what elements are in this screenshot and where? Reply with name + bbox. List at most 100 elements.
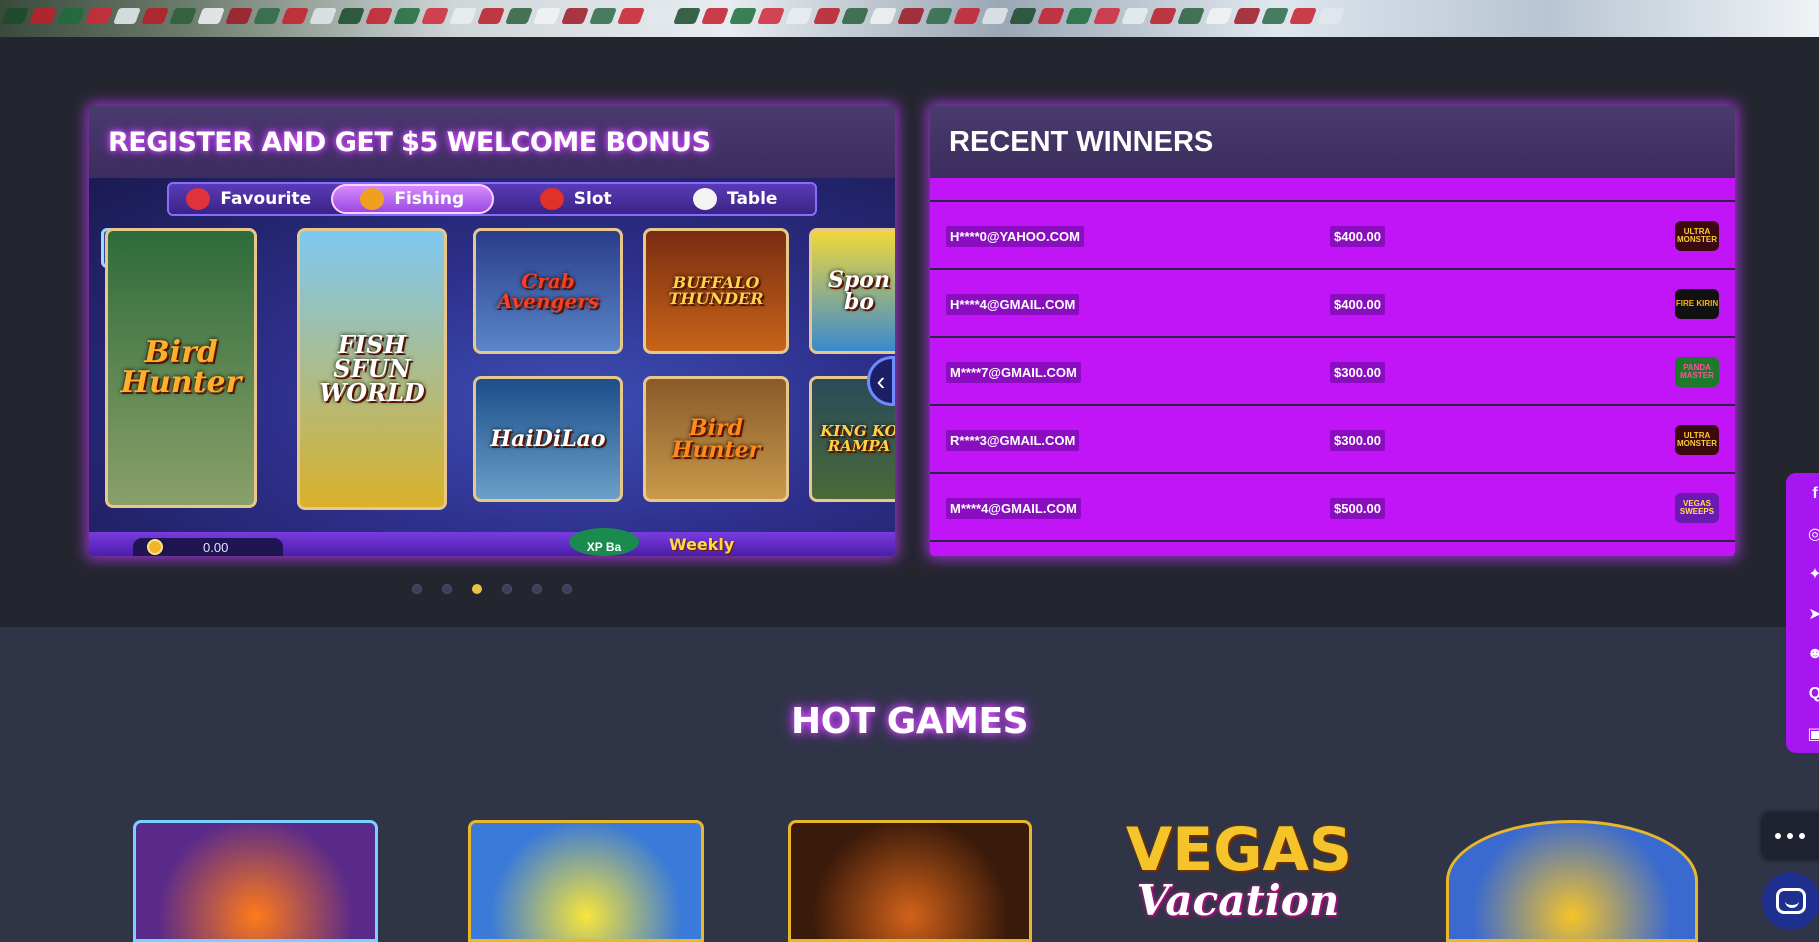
banner-chip	[701, 8, 729, 24]
tab-table[interactable]: Table	[656, 184, 816, 214]
tab-label: Table	[727, 189, 778, 209]
winner-amount: $300.00	[1330, 361, 1385, 383]
banner-chip	[1121, 8, 1149, 24]
banner-chip	[953, 8, 981, 24]
banner-chip	[981, 8, 1009, 24]
game-tile-title: KING KO RAMPA	[820, 422, 895, 455]
lobby-game-tile[interactable]: Bird Hunter	[643, 376, 789, 502]
winner-amount: $500.00	[1330, 497, 1385, 519]
banner-chip	[617, 8, 645, 24]
banner-chip	[1289, 8, 1317, 24]
lobby-game-tile[interactable]: Spon bo	[809, 228, 895, 354]
recent-winners-header: RECENT WINNERS	[930, 106, 1735, 178]
winner-amount: $400.00	[1330, 225, 1385, 247]
banner-chip	[673, 8, 701, 24]
dot-icon	[1787, 833, 1793, 839]
game-tile-title: FISH SFUN WORLD	[319, 330, 425, 407]
recent-winners-panel: RECENT WINNERS H****0@YAHOO.COM $400.00 UL…	[930, 106, 1735, 556]
game-tile-title: BUFFALO THUNDER	[668, 273, 764, 308]
banner-chip	[1009, 8, 1037, 24]
slot-777-icon	[539, 188, 564, 210]
lobby-game-tile[interactable]: BUFFALO THUNDER	[643, 228, 789, 354]
coin-balance-value: 0.00	[203, 539, 229, 555]
dot-icon	[1775, 833, 1781, 839]
tab-favourite[interactable]: Favourite	[169, 184, 329, 214]
vacation-logo-text: Vacation	[1136, 876, 1340, 925]
banner-chip	[393, 8, 421, 24]
banner-chip	[1205, 8, 1233, 24]
welcome-bonus-panel: REGISTER AND GET $5 WELCOME BONUS Favour…	[89, 106, 895, 556]
lobby-game-tile[interactable]: Bird Hunter	[105, 228, 257, 508]
carousel-dot[interactable]	[532, 584, 542, 594]
tab-label: Favourite	[220, 189, 312, 209]
banner-chip	[197, 8, 225, 24]
tab-label: Fishing	[394, 189, 465, 209]
banner-chip	[169, 8, 197, 24]
banner-chip	[533, 8, 561, 24]
xp-bar-label: XP Ba	[569, 528, 639, 556]
banner-chips	[0, 0, 1819, 37]
game-tile-title: Spon bo	[828, 267, 890, 315]
winner-row: M****7@GMAIL.COM $300.00 PANDA MASTER	[930, 340, 1735, 406]
lobby-game-tile[interactable]: Crab Avengers	[473, 228, 623, 354]
winner-email: H****0@YAHOO.COM	[946, 225, 1084, 247]
banner-chip	[449, 8, 477, 24]
coin-balance: 0.00	[133, 538, 283, 556]
winner-amount: $400.00	[1330, 293, 1385, 315]
game-logo-icon: VEGAS SWEEPS	[1675, 493, 1719, 523]
winner-email: R****3@GMAIL.COM	[946, 429, 1080, 451]
hot-game-card[interactable]	[468, 820, 704, 942]
hot-game-card[interactable]: VEGAS Vacation	[1113, 820, 1365, 942]
tab-label: Slot	[573, 189, 612, 209]
lobby-category-tabs: Favourite Fishing Slot Table	[167, 182, 817, 216]
fish-icon	[360, 188, 385, 210]
banner-chip	[1065, 8, 1093, 24]
carousel-dot[interactable]	[412, 584, 422, 594]
banner-chip	[477, 8, 505, 24]
banner-chip	[505, 8, 533, 24]
banner-chip	[869, 8, 897, 24]
banner-chip	[757, 8, 785, 24]
lobby-game-tile[interactable]: FISH SFUN WORLD	[297, 228, 447, 510]
more-options-button[interactable]	[1761, 812, 1819, 860]
instagram-icon[interactable]: ◎	[1805, 523, 1819, 545]
coin-icon	[147, 539, 163, 555]
banner-chip	[729, 8, 757, 24]
hot-game-card[interactable]	[133, 820, 378, 942]
carousel-dot[interactable]	[562, 584, 572, 594]
hot-game-art	[1446, 820, 1698, 942]
hot-game-art: VEGAS Vacation	[1113, 820, 1365, 942]
banner-chip	[1093, 8, 1121, 24]
winner-amount: $300.00	[1330, 429, 1385, 451]
hot-game-art	[788, 820, 1032, 942]
winner-row-partial	[930, 544, 1735, 556]
banner-chip	[421, 8, 449, 24]
carousel-dot[interactable]	[472, 584, 482, 594]
lobby-game-tile[interactable]: HaiDiLao	[473, 376, 623, 502]
banner-chip	[113, 8, 141, 24]
winner-email: H****4@GMAIL.COM	[946, 293, 1080, 315]
carousel-dots	[412, 584, 572, 594]
hot-game-card[interactable]	[1446, 820, 1698, 942]
game-lobby-slide[interactable]: FavouriteFishingSlotTable ⤢ Bird HunterF…	[89, 178, 895, 556]
banner-chip	[1, 8, 29, 24]
banner-chip	[813, 8, 841, 24]
telegram-icon[interactable]: ➤	[1805, 603, 1819, 625]
winner-row: M****4@GMAIL.COM $500.00 VEGAS SWEEPS	[930, 476, 1735, 542]
banner-chip	[925, 8, 953, 24]
facebook-icon[interactable]: f	[1805, 483, 1819, 505]
hot-game-art	[133, 820, 378, 942]
twitter-icon[interactable]: ✦	[1805, 563, 1819, 585]
tab-fishing[interactable]: Fishing	[330, 184, 494, 214]
hot-game-card[interactable]	[788, 820, 1032, 942]
carousel-dot[interactable]	[442, 584, 452, 594]
winner-row-partial	[930, 178, 1735, 202]
dot-icon	[1799, 833, 1805, 839]
carousel-dot[interactable]	[502, 584, 512, 594]
tab-slot[interactable]: Slot	[496, 184, 656, 214]
banner-chip	[141, 8, 169, 24]
reddit-icon[interactable]: ☻	[1805, 643, 1819, 665]
game-tile-title: Crab Avengers	[496, 269, 600, 313]
live-chat-button[interactable]	[1762, 872, 1819, 930]
game-logo-icon: PANDA MASTER	[1675, 357, 1719, 387]
